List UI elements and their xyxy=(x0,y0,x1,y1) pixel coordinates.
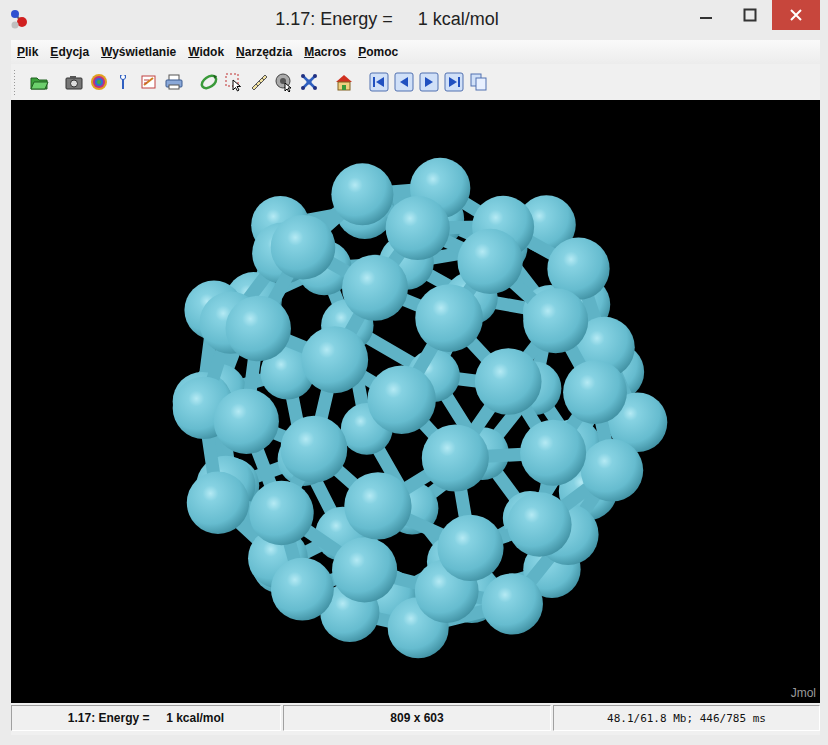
toolbar-button[interactable] xyxy=(443,70,465,94)
atom xyxy=(415,284,483,352)
status-cell: 48.1/61.8 Mb; 446/785 ms xyxy=(553,705,820,731)
pencil-icon xyxy=(114,72,134,92)
toolbar-button[interactable] xyxy=(418,70,440,94)
close-button[interactable] xyxy=(772,0,820,30)
jmol-window: 1.17: Energy = 1 kcal/mol Plik Edycja Wyśw… xyxy=(0,0,828,745)
status-bar: 1.17: Energy = 1 kcal/mol809 x 60348.1/6… xyxy=(11,703,820,731)
pick-center-icon xyxy=(274,72,294,92)
first-frame-icon xyxy=(369,72,389,92)
menu-item[interactable]: Macros xyxy=(304,45,346,59)
maximize-button[interactable] xyxy=(728,0,772,30)
atom xyxy=(249,481,313,545)
toolbar-button[interactable] xyxy=(298,70,320,94)
toolbar-button[interactable] xyxy=(248,70,270,94)
atom xyxy=(281,416,348,483)
atom xyxy=(332,537,397,602)
atom xyxy=(437,515,503,581)
atom xyxy=(342,255,408,321)
toolbar-button[interactable] xyxy=(88,70,110,94)
maximize-icon xyxy=(743,8,757,22)
atom xyxy=(482,573,543,634)
toolbar xyxy=(11,64,820,100)
toolbar-button[interactable] xyxy=(223,70,245,94)
select-icon xyxy=(224,72,244,92)
toolbar-button[interactable] xyxy=(138,70,160,94)
atom xyxy=(331,163,393,225)
toolbar-button[interactable] xyxy=(198,70,220,94)
menu-item[interactable]: Pomoc xyxy=(358,45,398,59)
atom xyxy=(520,420,586,486)
toolbar-button[interactable] xyxy=(368,70,390,94)
next-frame-icon xyxy=(419,72,439,92)
atom xyxy=(386,196,450,260)
toolbar-button[interactable] xyxy=(393,70,415,94)
atom xyxy=(301,326,368,393)
home-icon xyxy=(334,72,354,92)
atom xyxy=(563,360,627,424)
minimize-button[interactable] xyxy=(684,0,728,30)
minimize-icon xyxy=(699,8,713,22)
measure-icon xyxy=(249,72,269,92)
print-icon xyxy=(164,72,184,92)
toolbar-button[interactable] xyxy=(333,70,355,94)
molecule-canvas[interactable]: Jmol xyxy=(11,100,820,703)
jmol-logo-icon[interactable] xyxy=(8,8,30,30)
atom xyxy=(523,288,588,353)
atom xyxy=(271,215,336,280)
atom xyxy=(581,439,643,501)
atom xyxy=(367,365,435,433)
atom xyxy=(187,472,249,534)
rotate-icon xyxy=(199,72,219,92)
render-disc-icon xyxy=(89,72,109,92)
atom xyxy=(226,296,291,361)
status-cell: 1.17: Energy = 1 kcal/mol xyxy=(11,705,281,731)
toolbar-button[interactable] xyxy=(113,70,135,94)
copy-icon xyxy=(469,72,489,92)
atom xyxy=(344,472,411,539)
molecule-view xyxy=(11,100,820,703)
menu-item[interactable]: Edycja xyxy=(50,45,89,59)
close-icon xyxy=(789,8,803,22)
screenshot-icon xyxy=(64,72,84,92)
toolbar-button[interactable] xyxy=(28,70,50,94)
atom xyxy=(507,492,571,556)
toolbar-button[interactable] xyxy=(163,70,185,94)
jmol-watermark: Jmol xyxy=(791,686,816,700)
menu-item[interactable]: Plik xyxy=(17,45,38,59)
toolbar-button[interactable] xyxy=(468,70,490,94)
atom xyxy=(422,424,489,491)
status-cell: 809 x 603 xyxy=(283,705,551,731)
atom xyxy=(475,348,542,415)
window-title: 1.17: Energy = 1 kcal/mol xyxy=(30,0,684,30)
toolbar-button[interactable] xyxy=(63,70,85,94)
atom xyxy=(458,229,523,294)
atom xyxy=(271,558,334,621)
menu-bar: Plik Edycja Wyświetlanie Widok Narzędzia Macr… xyxy=(11,40,820,64)
last-frame-icon xyxy=(444,72,464,92)
toolbar-button[interactable] xyxy=(273,70,295,94)
modelkit-icon xyxy=(299,72,319,92)
menu-item[interactable]: Narzędzia xyxy=(236,45,292,59)
prev-frame-icon xyxy=(394,72,414,92)
menu-item[interactable]: Widok xyxy=(188,45,224,59)
atom xyxy=(214,389,279,454)
title-bar: 1.17: Energy = 1 kcal/mol xyxy=(0,0,828,40)
menu-item[interactable]: Wyświetlanie xyxy=(101,45,176,59)
open-folder-icon xyxy=(29,72,49,92)
script-editor-icon xyxy=(139,72,159,92)
